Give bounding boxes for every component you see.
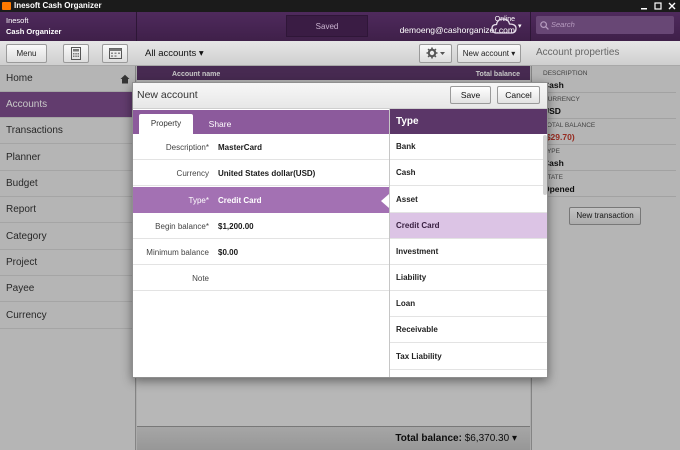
panel-title: Account properties <box>536 47 620 58</box>
cancel-button[interactable]: Cancel <box>497 86 540 104</box>
app-icon <box>2 2 11 10</box>
currency-field[interactable]: United States dollar(USD) <box>218 169 315 178</box>
type-option-bank[interactable]: Bank <box>390 134 547 160</box>
header-divider-right <box>530 12 531 41</box>
type-field[interactable]: Credit Card <box>218 196 262 205</box>
calculator-button[interactable] <box>63 44 89 63</box>
tab-property[interactable]: Property <box>139 114 193 134</box>
menu-button[interactable]: Menu <box>6 44 47 63</box>
save-button[interactable]: Save <box>450 86 491 104</box>
sync-status: Saved <box>286 15 368 37</box>
search-icon <box>540 21 549 32</box>
type-option-asset[interactable]: Asset <box>390 187 547 213</box>
new-account-button[interactable]: New account ▾ <box>457 44 521 63</box>
dialog-title: New account <box>137 89 198 101</box>
type-option-loan[interactable]: Loan <box>390 291 547 317</box>
type-option-credit-card[interactable]: Credit Card <box>390 213 547 239</box>
type-option-tax-liability[interactable]: Tax Liability <box>390 344 547 370</box>
account-filter-dropdown[interactable]: All accounts ▾ <box>145 48 204 59</box>
calculator-icon <box>71 47 81 60</box>
selection-pointer-icon <box>381 194 389 208</box>
calendar-button[interactable] <box>102 44 128 63</box>
window-title-bar: Inesoft Cash Organizer <box>0 0 680 12</box>
account-menu-chevron-icon[interactable]: ▾ <box>518 22 522 30</box>
minimize-icon[interactable] <box>640 2 648 10</box>
close-icon[interactable] <box>668 2 676 10</box>
field-label-note: Note <box>192 274 209 283</box>
brand-company: Inesoft <box>6 16 29 25</box>
window-controls <box>640 2 676 10</box>
field-label-minimum-balance: Minimum balance <box>146 248 209 257</box>
gear-icon <box>426 47 445 59</box>
window-title: Inesoft Cash Organizer <box>14 1 102 10</box>
calendar-icon <box>108 48 122 59</box>
type-option-investment[interactable]: Investment <box>390 239 547 265</box>
maximize-icon[interactable] <box>654 2 662 10</box>
tab-share[interactable]: Share <box>200 114 240 134</box>
field-label-begin-balance: Begin balance* <box>155 222 209 231</box>
search-input[interactable]: Search <box>536 16 674 34</box>
type-option-cash[interactable]: Cash <box>390 160 547 186</box>
description-field[interactable]: MasterCard <box>218 143 262 152</box>
type-list-scrollbar[interactable] <box>543 135 547 195</box>
app-brand: Inesoft Cash Organizer <box>6 15 61 37</box>
brand-product: Cash Organizer <box>6 27 62 36</box>
header-divider <box>136 12 137 41</box>
field-label-description: Description* <box>165 143 209 152</box>
minimum-balance-field[interactable]: $0.00 <box>218 248 238 257</box>
type-option-liability[interactable]: Liability <box>390 265 547 291</box>
field-label-currency: Currency <box>176 169 209 178</box>
settings-button[interactable] <box>419 44 452 63</box>
field-label-type: Type* <box>188 196 209 205</box>
begin-balance-field[interactable]: $1,200.00 <box>218 222 254 231</box>
type-option-receivable[interactable]: Receivable <box>390 317 547 343</box>
type-list-header: Type <box>390 109 547 134</box>
cloud-icon[interactable] <box>491 17 517 37</box>
